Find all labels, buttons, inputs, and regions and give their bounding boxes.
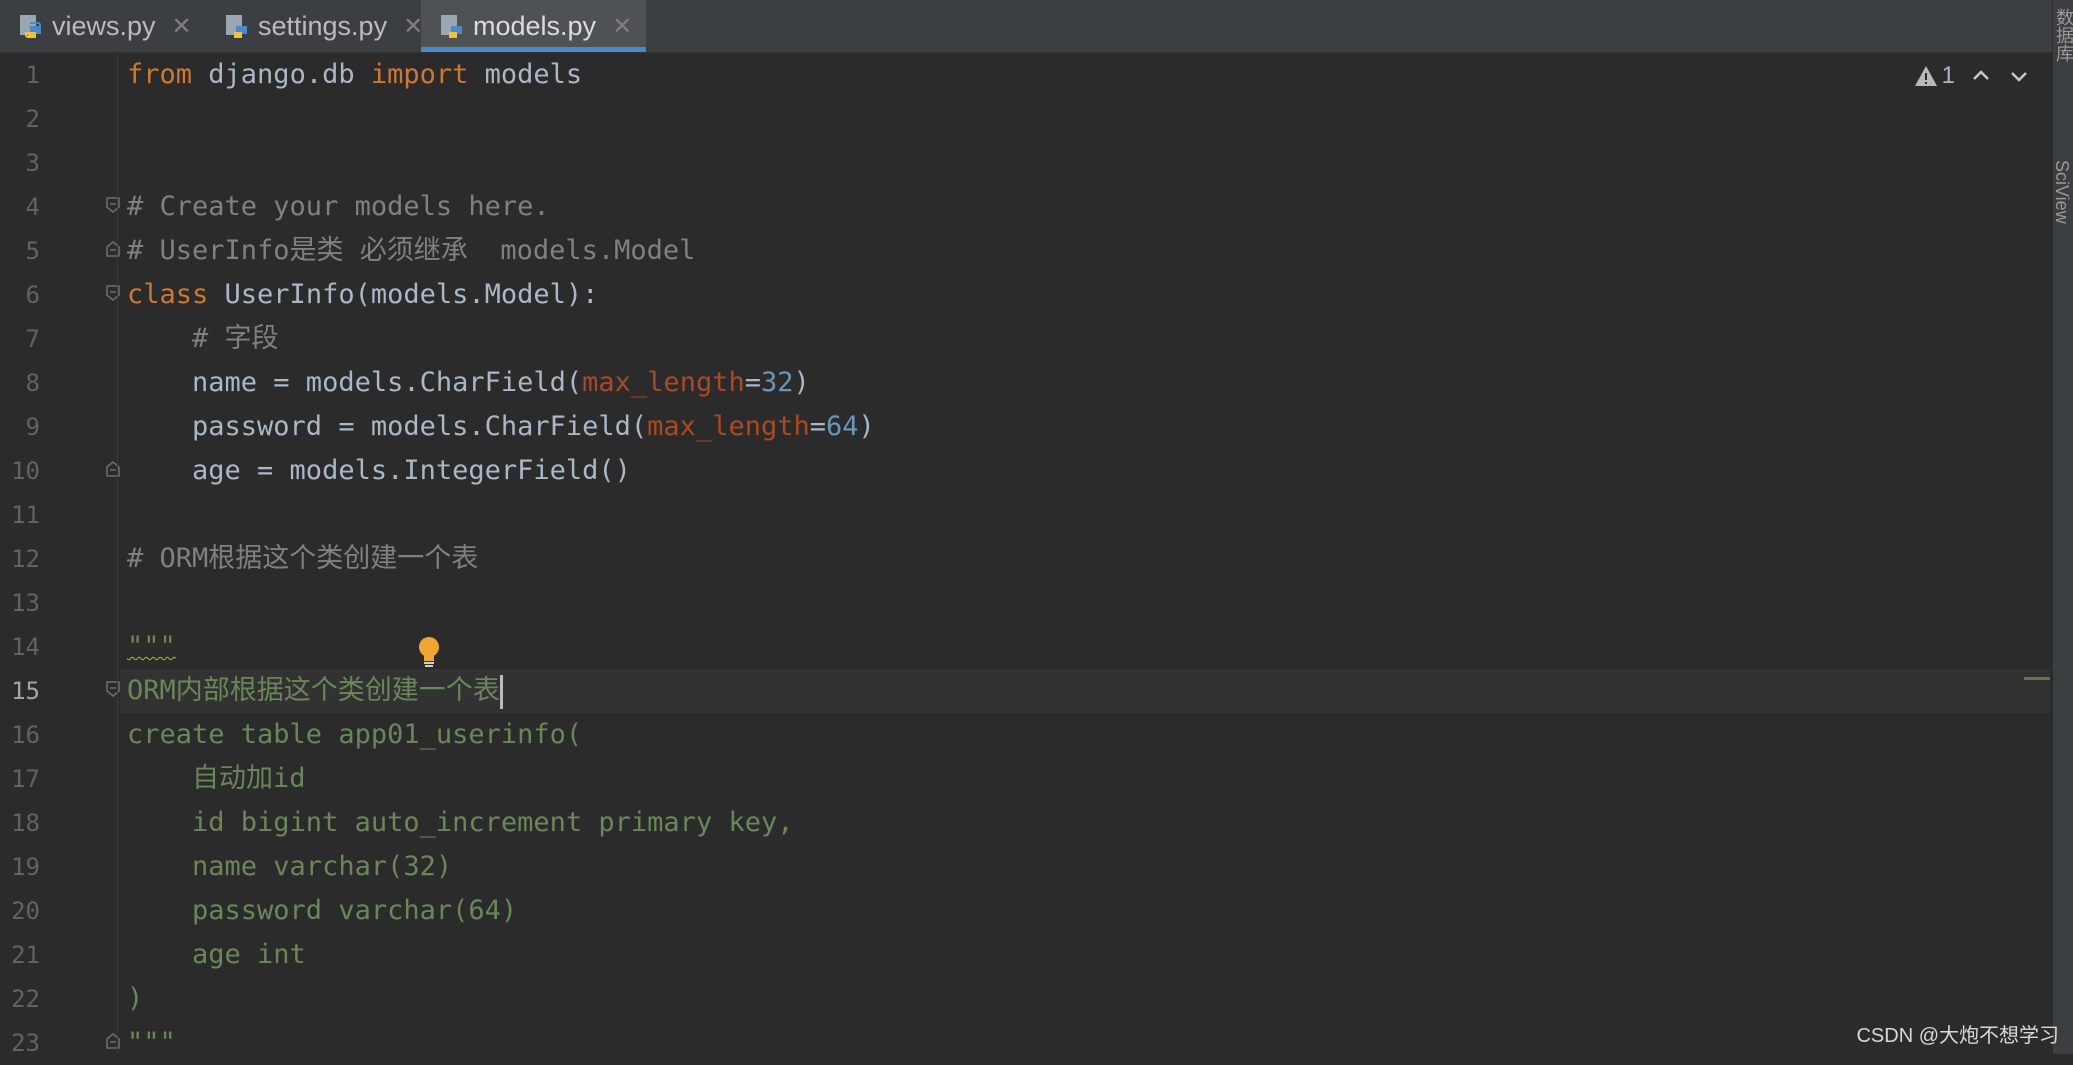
keyword: class — [127, 279, 209, 310]
line-number: 13 — [11, 589, 40, 617]
line-number: 5 — [25, 237, 40, 265]
line-number: 20 — [11, 897, 40, 925]
text-caret — [499, 674, 503, 709]
module-name: django.db — [192, 59, 371, 90]
code-text: name = models.CharField( — [127, 367, 583, 398]
line-number: 19 — [11, 853, 40, 881]
close-icon[interactable]: ✕ — [172, 12, 192, 41]
code-line-23: """ — [127, 1027, 176, 1054]
code-line-5: # UserInfo是类 必须继承 models.Model — [127, 235, 696, 266]
gutter-divider — [117, 53, 118, 1054]
code-line-10: age = models.IntegerField() — [127, 455, 631, 486]
docstring-text: ORM内部根据这个类创建一个表 — [127, 675, 500, 706]
import-name: models — [468, 59, 583, 90]
code-line-6: class UserInfo(models.Model): — [127, 273, 598, 317]
right-tool-window-bar: 数据库 SciView — [2051, 0, 2073, 1054]
code-line-18: id bigint auto_increment primary key, — [127, 807, 794, 838]
line-number: 7 — [25, 325, 40, 353]
line-number: 22 — [11, 985, 40, 1013]
code-line-17: 自动加id — [127, 763, 306, 794]
sciview-tool-button[interactable]: SciView — [2051, 160, 2072, 224]
code-line-14: """ — [127, 625, 176, 669]
code-line-19: name varchar(32) — [127, 851, 453, 882]
line-number: 17 — [11, 765, 40, 793]
tab-label: models.py — [473, 10, 597, 41]
tab-label: views.py — [52, 10, 156, 41]
code-text: ) — [858, 411, 875, 442]
line-number: 11 — [11, 501, 40, 529]
chevron-down-icon[interactable] — [2007, 64, 2031, 88]
line-number: 12 — [11, 545, 40, 573]
code-line-20: password varchar(64) — [127, 895, 518, 926]
line-number: 14 — [11, 633, 40, 661]
code-line-12: # ORM根据这个类创建一个表 — [127, 543, 479, 574]
code-line-7: # 字段 — [127, 323, 279, 354]
editor-tab-bar: views.py ✕ settings.py ✕ models.py ✕ — [0, 0, 2052, 53]
python-file-icon — [441, 15, 462, 38]
line-number: 16 — [11, 721, 40, 749]
param-name: max_length — [582, 367, 745, 398]
code-line-16: create table app01_userinfo( — [127, 719, 583, 750]
code-text: = — [744, 367, 761, 398]
number-literal: 32 — [760, 367, 794, 398]
error-stripe-marker[interactable] — [2024, 677, 2050, 680]
code-line-1: from django.db import models — [127, 53, 582, 97]
tab-models-py[interactable]: models.py ✕ — [421, 0, 647, 52]
close-icon[interactable]: ✕ — [612, 12, 632, 41]
line-number: 18 — [11, 809, 40, 837]
lightbulb-icon[interactable] — [417, 636, 441, 670]
chevron-up-icon[interactable] — [1969, 64, 1993, 88]
warning-icon — [1914, 66, 1937, 86]
warning-count: 1 — [1941, 62, 1955, 89]
code-text: password = models.CharField( — [127, 411, 648, 442]
line-number-current: 15 — [11, 677, 40, 705]
python-file-icon — [20, 15, 41, 38]
code-line-4: # Create your models here. — [127, 191, 550, 222]
database-tool-button[interactable]: 数据库 — [2051, 8, 2073, 62]
line-number: 4 — [25, 193, 40, 221]
line-number: 10 — [11, 457, 40, 485]
line-number: 9 — [25, 413, 40, 441]
line-number-gutter[interactable]: 1 2 3 4 5 6 7 8 9 10 11 12 13 14 15 16 1… — [0, 53, 120, 1057]
line-number: 23 — [11, 1029, 40, 1057]
keyword: from — [127, 59, 193, 90]
python-file-icon — [226, 15, 247, 38]
code-text: ) — [793, 367, 810, 398]
code-line-21: age int — [127, 939, 306, 970]
line-number: 1 — [25, 61, 40, 89]
line-number: 21 — [11, 941, 40, 969]
tab-views-py[interactable]: views.py ✕ — [0, 0, 206, 52]
line-number: 2 — [25, 105, 40, 133]
tab-settings-py[interactable]: settings.py ✕ — [206, 0, 437, 52]
tab-label: settings.py — [258, 10, 388, 41]
number-literal: 64 — [826, 411, 859, 442]
keyword: import — [370, 59, 469, 90]
code-line-15: ORM内部根据这个类创建一个表 — [127, 669, 503, 713]
code-line-9: password = models.CharField(max_length=6… — [127, 405, 875, 449]
code-editor[interactable]: from django.db import models # Create yo… — [120, 53, 2050, 1054]
code-line-22: ) — [127, 983, 144, 1014]
line-number: 8 — [25, 369, 40, 397]
line-number: 6 — [25, 281, 40, 309]
code-text: = — [809, 411, 826, 442]
code-line-8: name = models.CharField(max_length=32) — [127, 361, 810, 405]
class-declaration: UserInfo(models.Model): — [208, 279, 599, 310]
param-name: max_length — [647, 411, 810, 442]
docstring-quote: """ — [127, 631, 176, 662]
watermark: CSDN @大炮不想学习 — [1856, 1025, 2059, 1047]
warning-counter[interactable]: 1 — [1914, 62, 1955, 90]
inspection-widget[interactable]: 1 — [1914, 62, 2031, 90]
line-number: 3 — [25, 149, 40, 177]
